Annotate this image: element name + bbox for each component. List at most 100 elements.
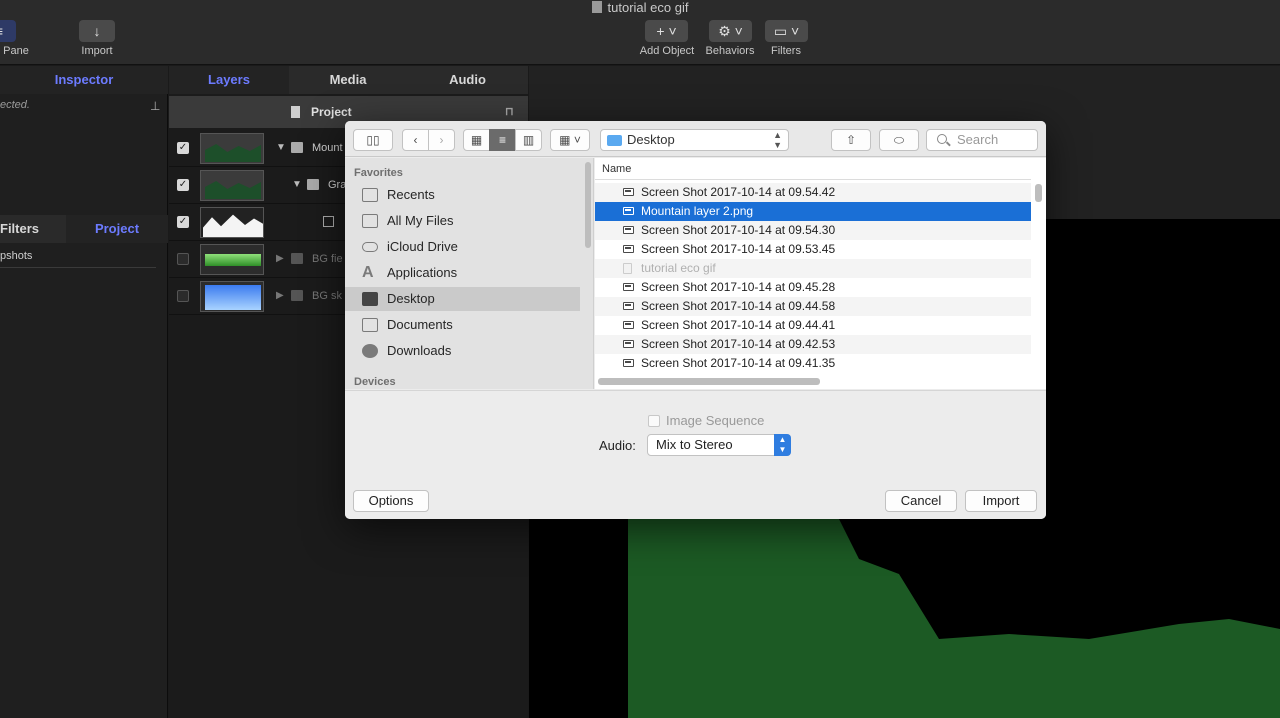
sidebar-item-label: Recents bbox=[387, 187, 435, 202]
sidebar-item-icloud-drive[interactable]: iCloud Drive bbox=[345, 235, 580, 259]
import-confirm-button[interactable]: Import bbox=[965, 490, 1037, 512]
name-column-header[interactable]: Name bbox=[595, 158, 1031, 180]
layers-pane-button[interactable]: ≡ bbox=[0, 20, 16, 42]
filters-button[interactable]: ▭ ˅ bbox=[765, 20, 808, 42]
share-button[interactable]: ⇧ bbox=[831, 129, 871, 151]
arrow-down-icon: ↓ bbox=[93, 23, 101, 39]
import-label: Import bbox=[81, 45, 113, 57]
sidebar-item-applications[interactable]: Applications bbox=[345, 261, 580, 285]
disclosure-triangle[interactable]: ▶ bbox=[276, 290, 284, 301]
updown-icon: ▲ ▼ bbox=[774, 434, 791, 456]
field-thumb bbox=[205, 254, 261, 266]
disclosure-triangle[interactable]: ▶ bbox=[276, 253, 284, 264]
image-icon bbox=[323, 216, 334, 227]
arrange-button[interactable]: ▦ ˅ bbox=[550, 129, 590, 151]
file-list-horizontal-scrollbar[interactable] bbox=[598, 378, 820, 385]
audio-popup[interactable]: Mix to Stereo ▲ ▼ bbox=[647, 434, 791, 456]
mountain-thumb bbox=[205, 144, 261, 162]
image-sequence-checkbox[interactable]: Image Sequence bbox=[648, 413, 764, 428]
file-row[interactable]: tutorial eco gif bbox=[595, 259, 1031, 278]
arrange-icon: ▦ ˅ bbox=[559, 133, 581, 147]
disclosure-triangle[interactable]: ▼ bbox=[292, 179, 302, 190]
pin-icon[interactable]: ⊥ bbox=[150, 99, 160, 113]
file-row[interactable]: Screen Shot 2017-10-14 at 09.42.53 bbox=[595, 335, 1031, 354]
layer-name: BG sk bbox=[312, 290, 342, 302]
cancel-button[interactable]: Cancel bbox=[885, 490, 957, 512]
sidebar-item-recents[interactable]: Recents bbox=[345, 183, 580, 207]
tab-inspector[interactable]: Inspector bbox=[0, 66, 168, 94]
devices-header: Devices bbox=[354, 376, 396, 388]
tab-project[interactable]: Project bbox=[66, 215, 168, 243]
tab-filters[interactable]: Filters bbox=[0, 215, 66, 243]
sidebar-item-label: Downloads bbox=[387, 343, 452, 358]
tag-button[interactable]: ⬭ bbox=[879, 129, 919, 151]
image-file-icon bbox=[623, 283, 634, 291]
file-row[interactable]: Screen Shot 2017-10-14 at 09.54.42 bbox=[595, 183, 1031, 202]
location-popup[interactable]: Desktop ▲ ▼ bbox=[600, 129, 789, 151]
tab-audio[interactable]: Audio bbox=[407, 66, 528, 94]
sidebar-item-downloads[interactable]: Downloads bbox=[345, 339, 580, 363]
search-placeholder: Search bbox=[957, 132, 999, 147]
filters-icon: ▭ ˅ bbox=[773, 23, 800, 39]
layer-enable-checkbox[interactable]: ✓ bbox=[177, 142, 189, 154]
tag-icon: ⬭ bbox=[893, 133, 905, 147]
sidebar-scrollbar[interactable] bbox=[585, 162, 591, 248]
tab-media[interactable]: Media bbox=[289, 66, 407, 94]
disclosure-triangle[interactable]: ▼ bbox=[276, 142, 286, 153]
desktop-icon bbox=[362, 292, 378, 306]
file-row[interactable]: Screen Shot 2017-10-14 at 09.45.28 bbox=[595, 278, 1031, 297]
search-input[interactable]: Search bbox=[926, 129, 1038, 151]
inspector-panel: Inspector ected. ⊥ Filters Project pshot… bbox=[0, 66, 168, 718]
download-icon bbox=[362, 344, 378, 358]
file-row[interactable]: Screen Shot 2017-10-14 at 09.54.30 bbox=[595, 221, 1031, 240]
back-button[interactable]: ‹ bbox=[402, 129, 429, 151]
layer-thumbnail bbox=[200, 281, 264, 312]
file-row[interactable]: Screen Shot 2017-10-14 at 09.53.45 bbox=[595, 240, 1031, 259]
layer-name: Mount bbox=[312, 142, 343, 154]
snapshots-label: pshots bbox=[0, 250, 33, 262]
layer-enable-checkbox[interactable]: ✓ bbox=[177, 179, 189, 191]
image-file-icon bbox=[623, 245, 634, 253]
import-button[interactable]: ↓ bbox=[79, 20, 115, 42]
layer-enable-checkbox[interactable] bbox=[177, 253, 189, 265]
documents-icon bbox=[362, 318, 378, 332]
file-row[interactable]: Screen Shot 2017-10-14 at 09.41.35 bbox=[595, 354, 1031, 373]
sky-thumb bbox=[205, 285, 261, 310]
gradient-icon bbox=[307, 179, 319, 190]
tab-layers[interactable]: Layers bbox=[169, 66, 289, 94]
layer-enable-checkbox[interactable]: ✓ bbox=[177, 216, 189, 228]
main-toolbar: tutorial eco gif ≡ Pane ↓ Import + ˅ Add… bbox=[0, 0, 1280, 65]
layer-thumbnail bbox=[200, 133, 264, 164]
columns-icon: ▥ bbox=[522, 133, 535, 147]
file-row[interactable]: Mountain layer 2.png bbox=[595, 202, 1031, 221]
sidebar-item-label: Documents bbox=[387, 317, 453, 332]
sidebar-item-all-my-files[interactable]: All My Files bbox=[345, 209, 580, 233]
icon-view-button[interactable]: ▦ bbox=[463, 129, 490, 151]
list-view-button[interactable]: ≡ bbox=[489, 129, 516, 151]
add-object-button[interactable]: + ˅ bbox=[645, 20, 688, 42]
image-sequence-label: Image Sequence bbox=[666, 413, 765, 428]
document-file-icon bbox=[623, 263, 632, 274]
file-name: Screen Shot 2017-10-14 at 09.44.58 bbox=[641, 299, 836, 313]
image-file-icon bbox=[623, 207, 634, 215]
chevron-left-icon: ‹ bbox=[413, 133, 418, 147]
file-name: Screen Shot 2017-10-14 at 09.54.30 bbox=[641, 223, 836, 237]
options-button[interactable]: Options bbox=[353, 490, 429, 512]
folder-icon bbox=[607, 135, 622, 146]
behaviors-button[interactable]: ⚙ ˅ bbox=[709, 20, 752, 42]
layers-tabbar: Layers Media Audio bbox=[169, 66, 528, 94]
sidebar-toggle-button[interactable]: ▯▯ bbox=[353, 129, 393, 151]
sidebar-item-desktop[interactable]: Desktop bbox=[345, 287, 580, 311]
column-view-button[interactable]: ▥ bbox=[515, 129, 542, 151]
layer-name: BG fie bbox=[312, 253, 343, 265]
list-icon: ≡ bbox=[0, 23, 3, 39]
file-row[interactable]: Screen Shot 2017-10-14 at 09.44.41 bbox=[595, 316, 1031, 335]
location-label: Desktop bbox=[627, 132, 675, 147]
layer-enable-checkbox[interactable] bbox=[177, 290, 189, 302]
applications-icon bbox=[362, 261, 378, 285]
sidebar-item-documents[interactable]: Documents bbox=[345, 313, 580, 337]
file-row[interactable]: Screen Shot 2017-10-14 at 09.44.58 bbox=[595, 297, 1031, 316]
file-list-vertical-scrollbar[interactable] bbox=[1035, 184, 1042, 202]
forward-button[interactable]: › bbox=[428, 129, 455, 151]
image-file-icon bbox=[623, 340, 634, 348]
